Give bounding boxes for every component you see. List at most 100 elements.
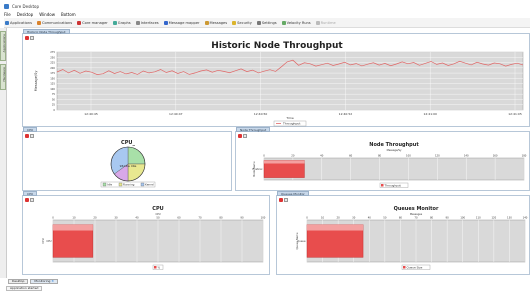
x-tick-label: 70 <box>414 216 418 220</box>
side-tab-hardware[interactable]: Hardware <box>0 64 6 90</box>
y-tick-label: 100 <box>50 87 55 91</box>
historic-throughput-pane: Historic Node Throughput Historic Node T… <box>22 29 530 127</box>
x-tick-label: 100 <box>261 216 266 220</box>
x-tick-label: 30 <box>114 216 118 220</box>
status-bar: Application started <box>6 286 43 291</box>
toolbar-runtime-button[interactable]: Runtime <box>315 20 337 25</box>
x-tick-label: 110 <box>476 216 481 220</box>
menu-bar: File Desktop Window Bottom <box>4 11 532 18</box>
x-tick-label: 100 <box>460 216 465 220</box>
toolbar-core-button[interactable]: Core manager <box>76 20 109 25</box>
cpu-bar-pane: CPU CPU CPU 0 10 20 30 40 50 60 70 80 90 100 CPU CPU% <box>22 191 270 275</box>
graph-icon <box>112 20 117 25</box>
y-tick-label: 250 <box>50 55 55 59</box>
toolbar-velocity-button[interactable]: Velocity Runs <box>281 20 312 25</box>
left-side-tabs: Applications Hardware <box>0 28 7 278</box>
x-tick-label: 140 <box>464 154 469 158</box>
node-throughput-chart: Node ThroughputMessage/Sy 0 20 40 60 80 100 120… <box>252 142 527 188</box>
velocity-icon <box>281 20 286 25</box>
x-tick-label: 80 <box>430 216 434 220</box>
app-window: Core Desktop File Desktop Window Bottom … <box>0 0 532 293</box>
y-tick-label: 150 <box>50 76 55 80</box>
bottom-tab-desktop[interactable]: Desktop <box>8 278 29 284</box>
bottom-tab-monitoring[interactable]: Monitoring ✕ <box>30 278 58 284</box>
bar-highlight <box>264 160 305 164</box>
toolbar-interface-button[interactable]: Interfaces <box>135 20 160 25</box>
y-axis-label: Queue Name <box>295 232 299 249</box>
toolbar-button-label: Settings <box>261 20 277 25</box>
security-icon <box>232 20 237 25</box>
x-tick-label: 120 <box>491 216 496 220</box>
x-tick-label: 140 <box>523 216 528 220</box>
x-tick-label: 40 <box>368 216 372 220</box>
y-tick-label: 200 <box>50 66 55 70</box>
x-tick-label: 130 <box>507 216 512 220</box>
toolbar-mapper-button[interactable]: Message mapper <box>163 20 201 25</box>
x-tick-label: 60 <box>399 216 403 220</box>
menu-bottom[interactable]: Bottom <box>61 12 76 17</box>
historic-throughput-chart: Historic Node Throughput2752502252001751… <box>34 41 524 127</box>
x-tick-label: 12:41:00 <box>423 112 437 116</box>
toolbar-button-label: Communications <box>41 20 73 25</box>
x-tick-label: 12:40:50 <box>254 112 268 116</box>
x-tick-label: 20 <box>93 216 97 220</box>
core-icon <box>77 20 82 25</box>
toolbar-button-label: Core manager <box>82 20 108 25</box>
close-tab-icon[interactable]: ✕ <box>51 279 54 283</box>
menu-desktop[interactable]: Desktop <box>17 12 34 17</box>
x-tick-label: 0 <box>306 216 308 220</box>
side-tab-applications[interactable]: Applications <box>0 31 6 61</box>
toolbar-button-label: Security <box>237 20 252 25</box>
menu-file[interactable]: File <box>4 12 11 17</box>
toolbar-button-label: Message mapper <box>168 20 200 25</box>
x-axis-label: CPU <box>155 212 160 216</box>
y-tick-label: 175 <box>50 71 55 75</box>
legend-label: Idle <box>107 183 112 187</box>
toolbar-comm-button[interactable]: Communications <box>36 20 73 25</box>
toolbar-button-label: Applications <box>10 20 32 25</box>
y-axis-label: Node Name <box>252 161 256 177</box>
toolbar-app-button[interactable]: Applications <box>4 20 33 25</box>
y-tick-label: 0 <box>53 108 55 112</box>
toolbar-messages-button[interactable]: Messages <box>204 20 229 25</box>
chart-title: Historic Node Throughput <box>211 41 343 51</box>
toolbar-button-label: Velocity Runs <box>286 20 311 25</box>
chart-title: Queues Monitor <box>394 206 439 212</box>
x-tick-label: 80 <box>219 216 223 220</box>
legend-swatch <box>140 182 145 187</box>
bar-highlight <box>53 224 93 231</box>
chart-title: CPU <box>152 206 163 212</box>
toolbar-button-label: Messages <box>209 20 228 25</box>
mapper-icon <box>163 20 168 25</box>
x-tick-label: 12:41:05 <box>508 112 522 116</box>
bar-highlight <box>307 224 364 231</box>
legend-swatch <box>154 266 157 269</box>
x-tick-label: 70 <box>198 216 202 220</box>
x-tick-label: 180 <box>522 154 527 158</box>
y-tick-label: 125 <box>50 82 55 86</box>
y-tick-label: 25 <box>52 103 56 107</box>
cpu-pie-pane: CPU CPU_ 96 Idle Idle Idle Running Kernel <box>22 127 232 191</box>
legend-swatch <box>381 184 384 187</box>
comm-icon <box>36 20 41 25</box>
queues-monitor-chart: Queues MonitorMessages 0 10 20 30 40 50 60 70 80 9… <box>295 206 528 270</box>
toolbar-button-label: Interfaces <box>140 20 159 25</box>
y-axis-label: CPU <box>41 238 45 243</box>
node-throughput-pane: Node Throughput Node Throughput Message/S… <box>235 127 530 191</box>
x-tick-label: 0 <box>263 154 265 158</box>
settings-icon <box>256 20 261 25</box>
x-tick-label: 50 <box>383 216 387 220</box>
x-axis-label: Messages <box>410 212 423 216</box>
toolbar-settings-button[interactable]: Settings <box>256 20 278 25</box>
category-label: CPU <box>46 239 51 243</box>
x-tick-label: 20 <box>337 216 341 220</box>
x-tick-label: 12:40:52 <box>339 112 353 116</box>
messages-icon <box>204 20 209 25</box>
toolbar-graph-button[interactable]: Graphs <box>112 20 132 25</box>
x-tick-label: 60 <box>177 216 181 220</box>
menu-window[interactable]: Window <box>39 12 55 17</box>
toolbar-button-label: Runtime <box>320 20 336 25</box>
toolbar-security-button[interactable]: Security <box>231 20 253 25</box>
x-tick-label: 60 <box>349 154 353 158</box>
legend-label: Throughput <box>282 122 301 126</box>
